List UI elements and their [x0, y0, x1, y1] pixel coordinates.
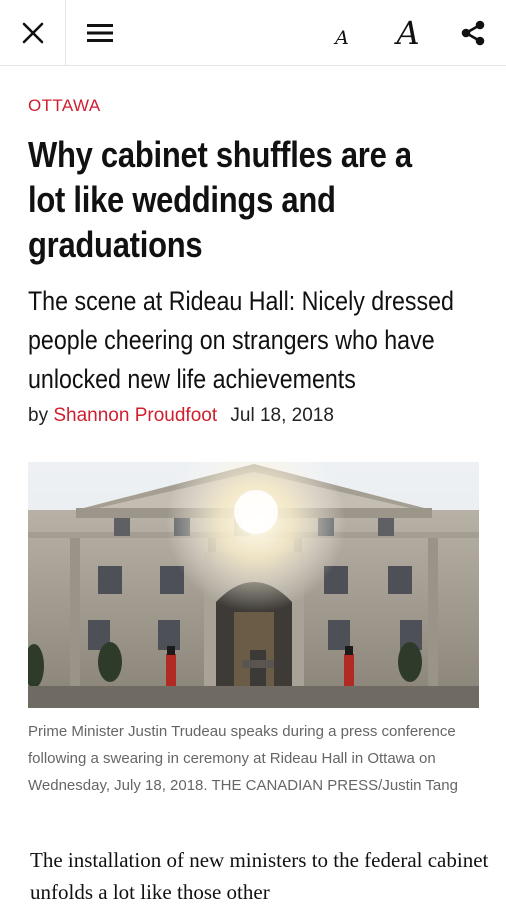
- top-toolbar: A A: [0, 0, 506, 66]
- share-icon: [461, 20, 485, 46]
- share-button[interactable]: [450, 0, 496, 66]
- byline-prefix: by: [28, 405, 49, 426]
- font-small-label: A: [335, 26, 349, 49]
- font-large-label: A: [396, 14, 420, 52]
- photo-caption: Prime Minister Justin Trudeau speaks dur…: [28, 723, 458, 794]
- close-button[interactable]: [0, 0, 66, 66]
- section-label[interactable]: OTTAWA: [28, 96, 101, 116]
- increase-font-button[interactable]: A: [384, 0, 432, 66]
- author-link[interactable]: Shannon Proudfoot: [53, 405, 217, 426]
- subheadline: The scene at Rideau Hall: Nicely dressed…: [28, 286, 454, 394]
- close-icon: [22, 22, 43, 44]
- publish-date: Jul 18, 2018: [230, 405, 334, 426]
- headline: Why cabinet shuffles are a lot like wedd…: [28, 134, 412, 265]
- article-body-paragraph: The installation of new ministers to the…: [30, 848, 489, 904]
- decrease-font-button[interactable]: A: [322, 0, 362, 66]
- hamburger-menu-icon: [87, 24, 113, 42]
- byline: by Shannon Proudfoot Jul 18, 2018: [28, 405, 334, 427]
- menu-button[interactable]: [72, 0, 128, 66]
- article-photo: [28, 462, 479, 708]
- rideau-hall-image: [28, 462, 479, 708]
